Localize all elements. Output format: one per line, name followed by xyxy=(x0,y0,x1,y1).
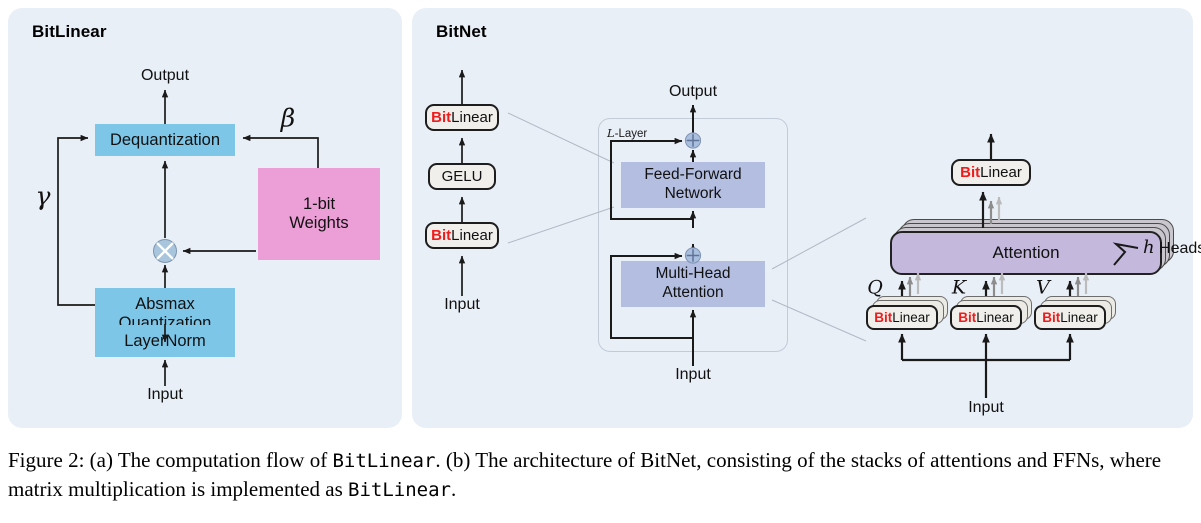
gamma-label: γ xyxy=(35,181,51,211)
h-heads-label: h Heads xyxy=(1143,239,1201,257)
q-symbol-label: Q xyxy=(867,276,883,299)
panel-b-title: BitNet xyxy=(436,22,487,41)
k-symbol-label: K xyxy=(951,276,967,299)
absmax-line-1: Absmax xyxy=(135,295,195,314)
h-heads-italic: h xyxy=(1143,237,1155,258)
pill-bitlinear-top-suffix: Linear xyxy=(451,109,493,126)
l-layer-label: L-Layer xyxy=(607,126,647,140)
block-attention: Attention xyxy=(890,231,1162,275)
pill-bitlinear-v-suffix: Linear xyxy=(1060,309,1098,325)
pill-bitlinear-attention-output[interactable]: Bit Linear xyxy=(951,159,1031,186)
block-feed-forward-network: Feed-Forward Network xyxy=(621,162,765,208)
block-one-bit-weights: 1-bit Weights xyxy=(258,168,380,260)
pill-bitlinear-v[interactable]: Bit Linear xyxy=(1034,305,1106,330)
beta-label: β xyxy=(280,103,296,133)
pill-bitlinear-bottom-prefix: Bit xyxy=(431,227,452,244)
l-layer-label-italic: L xyxy=(607,126,615,140)
pill-bitlinear-q-suffix: Linear xyxy=(892,309,930,325)
attention-detail-input-label: Input xyxy=(968,399,1004,416)
pill-bitlinear-top-prefix: Bit xyxy=(431,109,452,126)
pill-bitlinear-k-prefix: Bit xyxy=(958,309,977,325)
panel-bitnet xyxy=(412,8,1193,428)
one-bit-weights-line-2: Weights xyxy=(289,214,349,232)
pill-bitlinear-bottom-suffix: Linear xyxy=(451,227,493,244)
pill-gelu-label: GELU xyxy=(441,168,483,185)
l-layer-label-rest: -Layer xyxy=(614,128,648,140)
figure-2: BitLinear Output Input Dequantization Ab… xyxy=(0,0,1201,523)
block-multi-head-attention: Multi-Head Attention xyxy=(621,261,765,307)
mha-line-1: Multi-Head xyxy=(655,265,731,283)
caption-mono-1: BitLinear xyxy=(332,450,436,472)
pill-bitlinear-top[interactable]: Bit Linear xyxy=(425,104,499,131)
pill-bitlinear-k[interactable]: Bit Linear xyxy=(950,305,1022,330)
pill-bitlinear-bottom[interactable]: Bit Linear xyxy=(425,222,499,249)
pill-bitlinear-k-suffix: Linear xyxy=(976,309,1014,325)
l-layer-container xyxy=(598,118,788,352)
caption-part-1: Figure 2: (a) The computation flow of xyxy=(8,448,333,472)
h-heads-rest: Heads xyxy=(1154,240,1201,257)
v-symbol-label: V xyxy=(1036,276,1050,299)
pill-bitlinear-q[interactable]: Bit Linear xyxy=(866,305,938,330)
ffn-line-1: Feed-Forward xyxy=(644,166,742,184)
block-dequantization: Dequantization xyxy=(95,124,235,156)
ffn-line-2: Network xyxy=(664,185,722,202)
bitlinear-input-label: Input xyxy=(147,386,183,403)
transformer-output-label: Output xyxy=(668,83,718,100)
caption-mono-2: BitLinear xyxy=(348,478,451,501)
one-bit-weights-line-1: 1-bit xyxy=(302,195,336,214)
sublayer-stack-input-label: Input xyxy=(444,296,480,313)
transformer-input-label: Input xyxy=(675,366,711,383)
bitlinear-output-label: Output xyxy=(140,67,190,84)
pill-bitlinear-attention-output-prefix: Bit xyxy=(960,164,981,181)
panel-a-title: BitLinear xyxy=(32,22,107,41)
pill-bitlinear-attention-output-suffix: Linear xyxy=(980,164,1022,181)
pill-gelu[interactable]: GELU xyxy=(428,163,496,190)
figure-caption: Figure 2: (a) The computation flow of Bi… xyxy=(8,446,1193,504)
mha-line-2: Attention xyxy=(662,284,724,301)
pill-bitlinear-q-prefix: Bit xyxy=(874,309,893,325)
pill-bitlinear-v-prefix: Bit xyxy=(1042,309,1061,325)
caption-part-3: . xyxy=(450,476,457,501)
block-layernorm: LayerNorm xyxy=(95,325,235,357)
